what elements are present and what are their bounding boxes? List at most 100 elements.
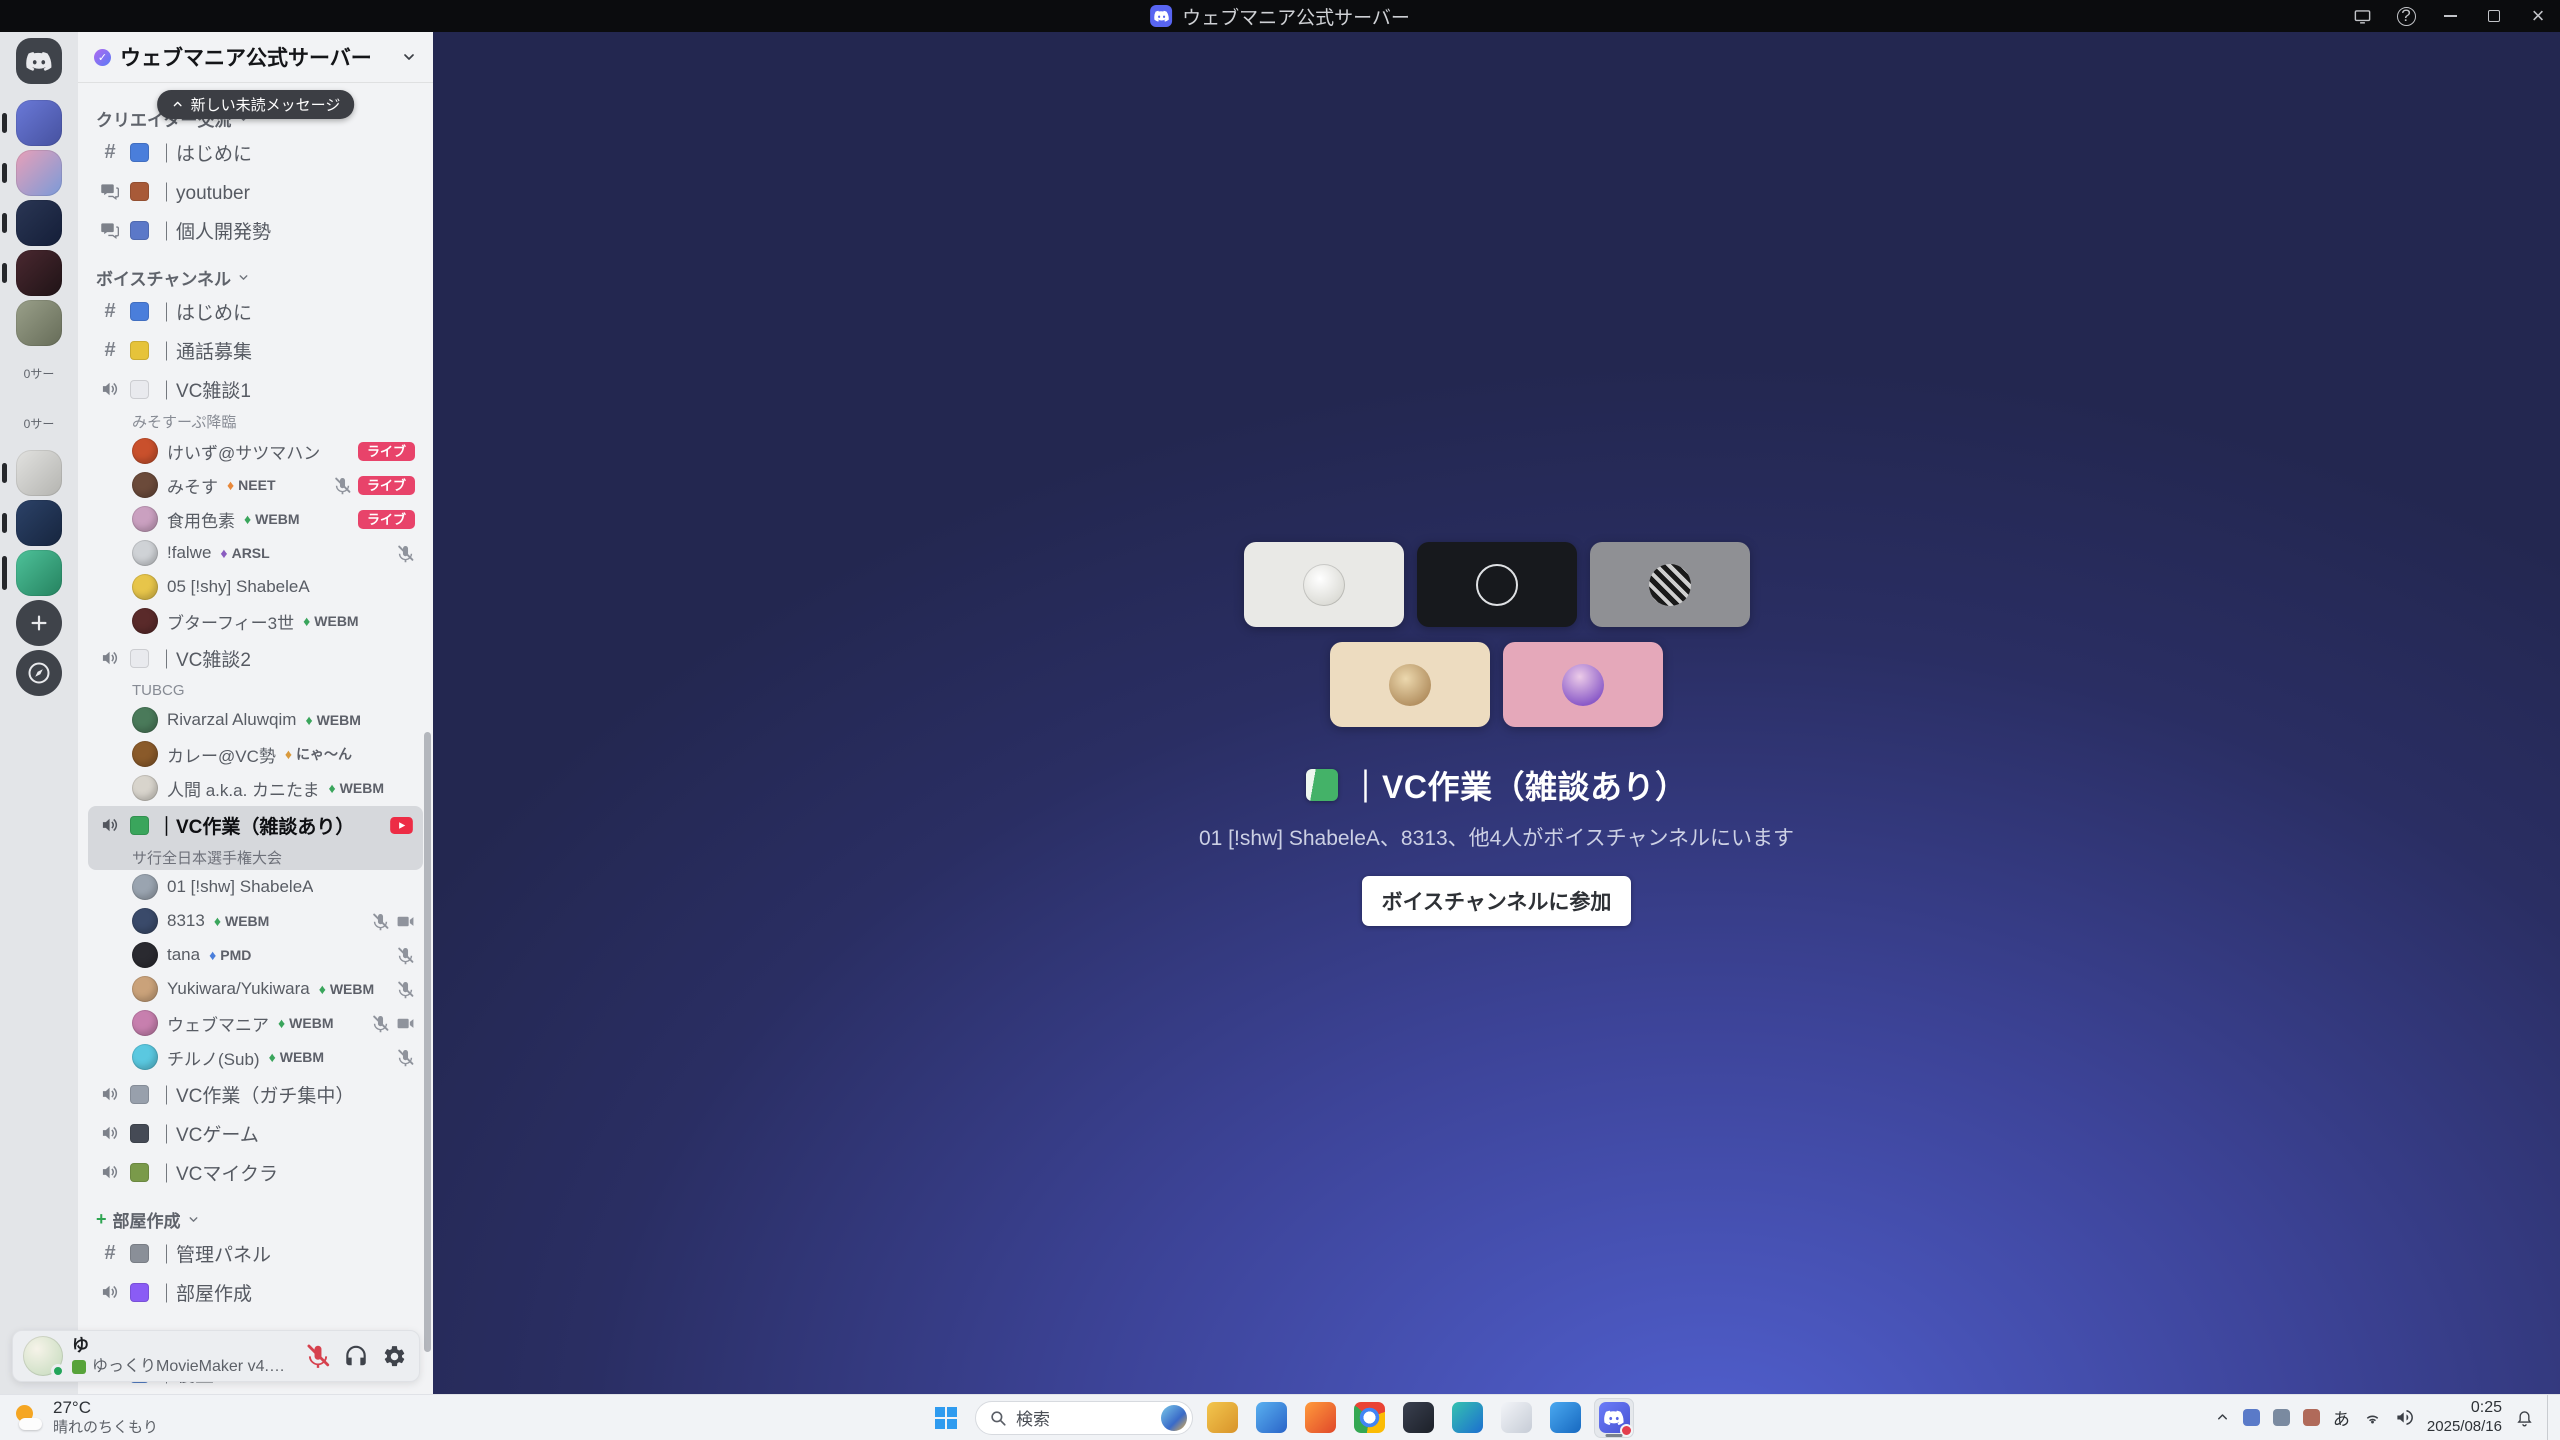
- tray-chevron-up-icon[interactable]: [2215, 1410, 2230, 1425]
- scrollbar-thumb[interactable]: [424, 732, 431, 1352]
- unread-messages-pill[interactable]: 新しい未読メッセージ: [157, 90, 355, 119]
- taskbar-search[interactable]: 検索: [975, 1401, 1193, 1435]
- channel-7[interactable]: ｜VC雑談1: [88, 370, 423, 408]
- deafen-button[interactable]: [337, 1337, 375, 1375]
- explore-servers-button[interactable]: [16, 650, 62, 696]
- server-icon-2[interactable]: [16, 150, 62, 196]
- start-button[interactable]: [926, 1398, 966, 1438]
- window-title: ウェブマニア公式サーバー: [1182, 3, 1410, 30]
- volume-icon[interactable]: [2395, 1408, 2414, 1427]
- taskbar-app-file-explorer[interactable]: [1202, 1398, 1242, 1438]
- voice-user-17[interactable]: 人間 a.k.a. カニたま♦WEBM: [88, 771, 423, 805]
- minimize-button[interactable]: [2428, 0, 2472, 32]
- channel-emoji: [130, 302, 149, 321]
- voice-user-24[interactable]: チルノ(Sub)♦WEBM: [88, 1040, 423, 1074]
- close-button[interactable]: ×: [2516, 0, 2560, 32]
- channel-30[interactable]: ｜部屋作成: [88, 1273, 423, 1311]
- channel-1[interactable]: #｜はじめに: [88, 133, 423, 171]
- notification-bell-icon[interactable]: [2515, 1408, 2534, 1427]
- server-icon-4[interactable]: [16, 250, 62, 296]
- participant-tile-1[interactable]: [1244, 542, 1404, 627]
- user-avatar[interactable]: [23, 1336, 63, 1376]
- taskbar-app-edge[interactable]: [1447, 1398, 1487, 1438]
- add-server-button[interactable]: [16, 600, 62, 646]
- voice-channel-icon: [98, 1162, 122, 1182]
- show-desktop-button[interactable]: [2547, 1395, 2552, 1440]
- role-badge-label: にゃ～ん: [296, 744, 352, 764]
- weather-widget[interactable]: 27°C 晴れのちくもり: [0, 1395, 172, 1440]
- voice-user-16[interactable]: カレー@VC勢♦にゃ～ん: [88, 737, 423, 771]
- server-icon-8[interactable]: [16, 450, 62, 496]
- tray-icon-1[interactable]: [2243, 1409, 2260, 1426]
- mic-muted-icon: [396, 946, 415, 965]
- channel-name: ｜VCゲーム: [157, 1120, 259, 1147]
- server-header[interactable]: ✓ ウェブマニア公式サーバー: [78, 32, 433, 82]
- participant-tile-4[interactable]: [1330, 642, 1490, 727]
- settings-button[interactable]: [375, 1337, 413, 1375]
- join-voice-button[interactable]: ボイスチャンネルに参加: [1362, 876, 1632, 926]
- voice-user-8[interactable]: けいず@サツマハンライブ: [88, 434, 423, 468]
- server-folder-label[interactable]: 0サー: [4, 350, 74, 396]
- taskbar-app-discord[interactable]: [1594, 1398, 1634, 1438]
- tray-icon-3[interactable]: [2303, 1409, 2320, 1426]
- channel-name: ｜VC作業（雑談あり）: [157, 812, 354, 839]
- voice-user-21[interactable]: tana♦PMD: [88, 938, 423, 972]
- participant-tile-2[interactable]: [1417, 542, 1577, 627]
- channel-6[interactable]: #｜通話募集: [88, 331, 423, 369]
- server-icon-9[interactable]: [16, 500, 62, 546]
- channel-26[interactable]: ｜VCゲーム: [88, 1114, 423, 1152]
- voice-user-15[interactable]: Rivarzal Aluwqim♦WEBM: [88, 703, 423, 737]
- channel-29[interactable]: #｜管理パネル: [88, 1234, 423, 1272]
- channel-3[interactable]: ｜個人開発勢: [88, 211, 423, 249]
- voice-user-9[interactable]: みそす♦NEETライブ: [88, 468, 423, 502]
- user-name: カレー@VC勢: [167, 742, 276, 767]
- voice-user-19[interactable]: 01 [!shw] ShabeleA: [88, 870, 423, 904]
- voice-user-23[interactable]: ウェブマニア♦WEBM: [88, 1006, 423, 1040]
- user-avatar: [132, 574, 158, 600]
- participant-avatar: [1562, 664, 1604, 706]
- channel-18[interactable]: ｜VC作業（雑談あり）: [88, 806, 423, 844]
- taskbar-app-vscode[interactable]: [1545, 1398, 1585, 1438]
- tray-icon-2[interactable]: [2273, 1409, 2290, 1426]
- taskbar-app-firefox[interactable]: [1300, 1398, 1340, 1438]
- help-icon[interactable]: ?: [2384, 0, 2428, 32]
- ime-indicator[interactable]: あ: [2333, 1405, 2350, 1430]
- server-folder-label[interactable]: 0サー: [4, 400, 74, 446]
- category-28[interactable]: +部屋作成: [88, 1205, 423, 1233]
- category-4[interactable]: ボイスチャンネル: [88, 263, 423, 291]
- channel-5[interactable]: #｜はじめに: [88, 292, 423, 330]
- voice-user-22[interactable]: Yukiwara/Yukiwara♦WEBM: [88, 972, 423, 1006]
- system-tray: あ 0:25 2025/08/16: [2215, 1395, 2560, 1440]
- taskbar-app-notepad[interactable]: [1496, 1398, 1536, 1438]
- channel-name: ｜VC雑談1: [157, 376, 251, 403]
- clock[interactable]: 0:25 2025/08/16: [2427, 1398, 2502, 1437]
- voice-user-11[interactable]: !falwe♦ARSL: [88, 536, 423, 570]
- server-icon-5[interactable]: [16, 300, 62, 346]
- taskbar-app-photos[interactable]: [1251, 1398, 1291, 1438]
- voice-user-13[interactable]: ブターフィー3世♦WEBM: [88, 604, 423, 638]
- server-icon-3[interactable]: [16, 200, 62, 246]
- server-icon-10[interactable]: [16, 550, 62, 596]
- taskbar-app-terminal[interactable]: [1398, 1398, 1438, 1438]
- participant-tile-3[interactable]: [1590, 542, 1750, 627]
- wifi-icon[interactable]: [2363, 1408, 2382, 1427]
- channel-status: TUBCG: [88, 678, 423, 703]
- participant-tile-5[interactable]: [1503, 642, 1663, 727]
- voice-user-10[interactable]: 食用色素♦WEBMライブ: [88, 502, 423, 536]
- taskbar-app-chrome[interactable]: [1349, 1398, 1389, 1438]
- server-icon-1[interactable]: [16, 100, 62, 146]
- screenshare-icon[interactable]: [2340, 0, 2384, 32]
- voice-channel-icon: [98, 1084, 122, 1104]
- mic-mute-button[interactable]: [299, 1337, 337, 1375]
- maximize-button[interactable]: [2472, 0, 2516, 32]
- voice-user-20[interactable]: 8313♦WEBM: [88, 904, 423, 938]
- channel-14[interactable]: ｜VC雑談2: [88, 639, 423, 677]
- user-name: !falwe: [167, 543, 211, 563]
- channel-2[interactable]: ｜youtuber: [88, 172, 423, 210]
- discord-home-button[interactable]: [16, 38, 62, 84]
- channel-25[interactable]: ｜VC作業（ガチ集中）: [88, 1075, 423, 1113]
- channel-27[interactable]: ｜VCマイクラ: [88, 1153, 423, 1191]
- voice-user-12[interactable]: 05 [!shy] ShabeleA: [88, 570, 423, 604]
- unread-indicator-pill: [2, 113, 7, 133]
- user-avatar: [132, 741, 158, 767]
